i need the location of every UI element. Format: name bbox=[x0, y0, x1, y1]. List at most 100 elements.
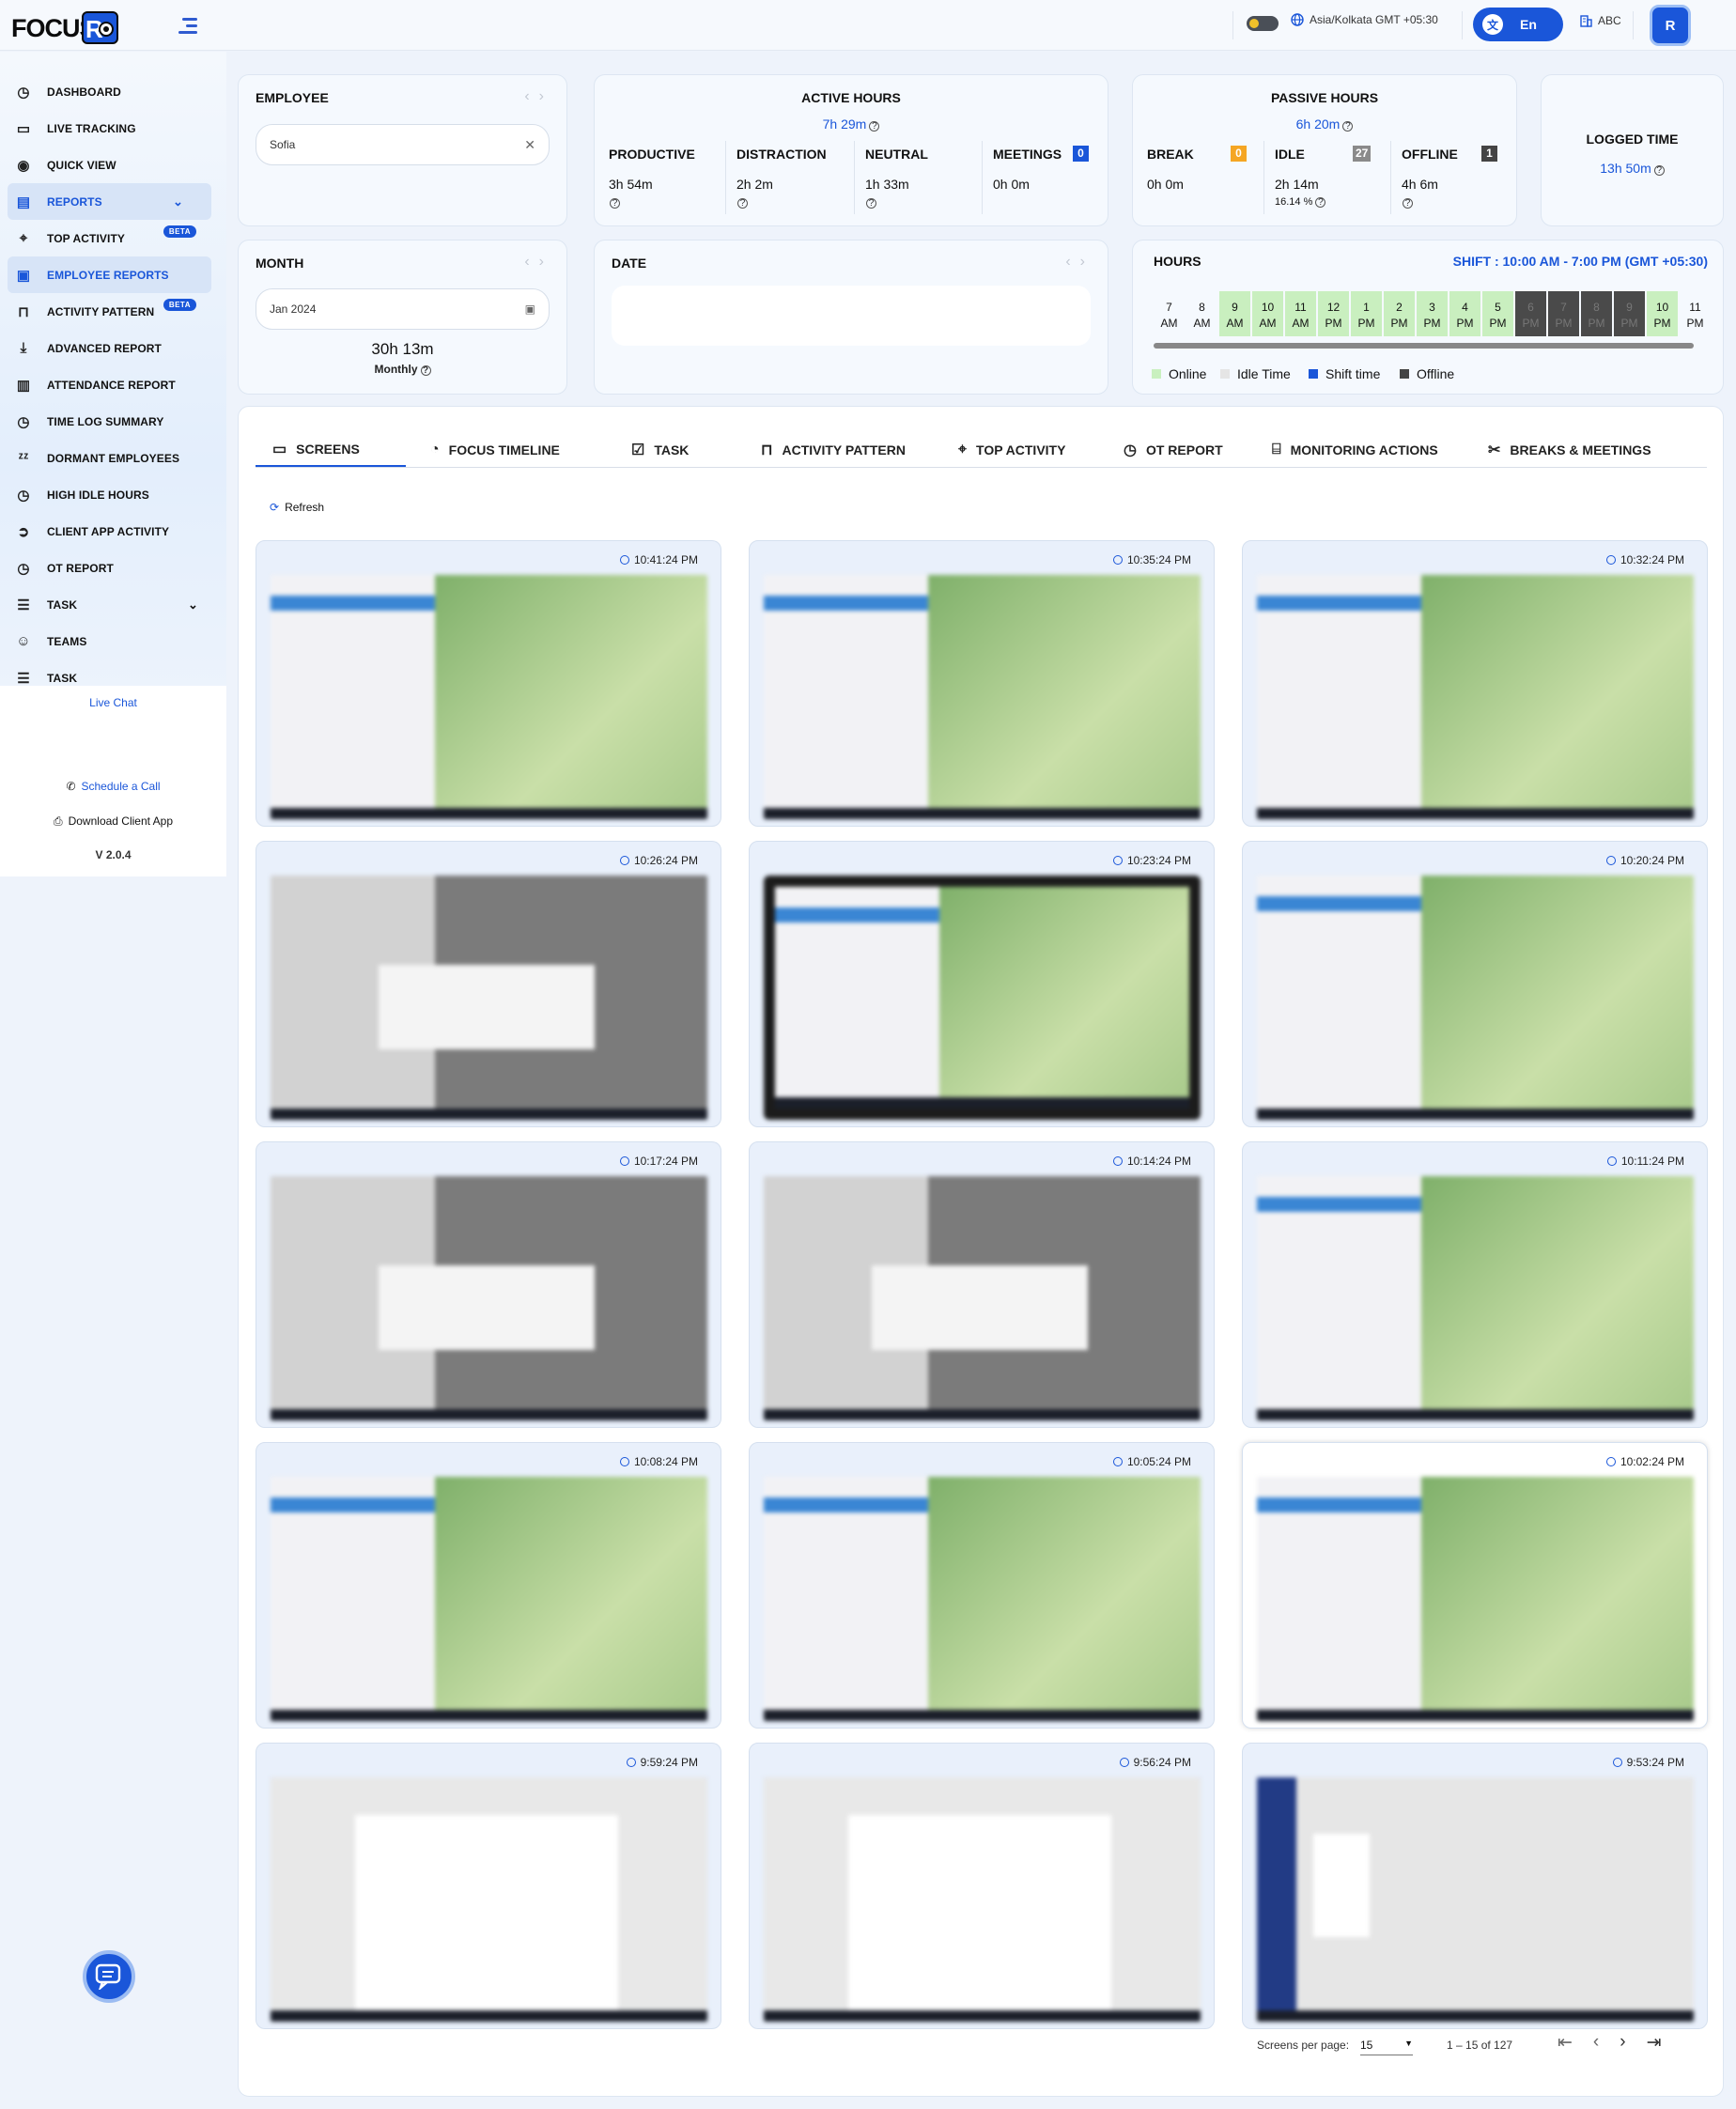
screenshot-card[interactable]: 10:35:24 PM bbox=[749, 540, 1215, 827]
hour-cell[interactable]: 11 AM bbox=[1285, 291, 1316, 336]
tab-ot-report[interactable]: ◷ OT REPORT bbox=[1107, 432, 1240, 467]
thumb-page bbox=[355, 1815, 618, 2012]
first-page-icon[interactable]: ⇤ bbox=[1558, 2032, 1573, 2054]
sidebar-item-high-idle-hours[interactable]: ◷ HIGH IDLE HOURS bbox=[0, 476, 226, 513]
thumb-content bbox=[1421, 575, 1694, 819]
screenshot-thumbnail[interactable] bbox=[1257, 1477, 1694, 1721]
screenshot-card[interactable]: 9:53:24 PM bbox=[1242, 1743, 1708, 2029]
screenshot-time: 10:23:24 PM bbox=[1112, 854, 1191, 867]
passive-col-label: IDLE bbox=[1275, 147, 1305, 162]
hour-number: 5 bbox=[1495, 301, 1501, 314]
sidebar-item-ot-report[interactable]: ◷ OT REPORT bbox=[0, 550, 226, 586]
thumb-taskbar bbox=[271, 1710, 707, 1721]
screenshot-card[interactable]: 10:26:24 PM bbox=[256, 841, 721, 1127]
screenshot-time: 10:02:24 PM bbox=[1605, 1455, 1684, 1468]
download-app-link[interactable]: ⎙ Download Client App bbox=[0, 814, 226, 829]
help-icon[interactable]: ? bbox=[1315, 197, 1326, 208]
tab-monitoring-actions[interactable]: ⌸ MONITORING ACTIONS bbox=[1255, 432, 1455, 467]
tab-task[interactable]: ☑ TASK bbox=[614, 432, 705, 467]
hour-period: PM bbox=[1555, 317, 1573, 330]
clock-icon bbox=[1612, 1758, 1622, 1767]
screenshot-thumbnail[interactable] bbox=[764, 1477, 1201, 1721]
hour-cell[interactable]: 8 AM bbox=[1186, 291, 1217, 336]
screenshot-thumbnail[interactable] bbox=[271, 876, 707, 1120]
hour-cell[interactable]: 9 AM bbox=[1219, 291, 1250, 336]
help-icon[interactable]: ? bbox=[1403, 198, 1413, 209]
screenshot-card[interactable]: 10:14:24 PM bbox=[749, 1141, 1215, 1428]
hours-scrollbar[interactable] bbox=[1154, 343, 1694, 349]
hour-cell[interactable]: 12 PM bbox=[1318, 291, 1349, 336]
chevron-down-icon[interactable]: ⌄ bbox=[188, 597, 198, 613]
hour-cell[interactable]: 7 AM bbox=[1154, 291, 1185, 336]
last-page-icon[interactable]: ⇥ bbox=[1647, 2032, 1662, 2054]
hour-cell[interactable]: 3 PM bbox=[1417, 291, 1448, 336]
sidebar-item-teams[interactable]: ☺ TEAMS bbox=[0, 623, 226, 659]
screenshot-thumbnail[interactable] bbox=[1257, 575, 1694, 819]
hour-cell[interactable]: 10 PM bbox=[1647, 291, 1678, 336]
hour-cell[interactable]: 7 PM bbox=[1548, 291, 1579, 336]
hour-cell[interactable]: 11 PM bbox=[1680, 291, 1705, 336]
hour-period: PM bbox=[1423, 317, 1441, 330]
screenshot-card[interactable]: 10:20:24 PM bbox=[1242, 841, 1708, 1127]
hour-period: PM bbox=[1489, 317, 1507, 330]
screenshot-thumbnail[interactable] bbox=[271, 1176, 707, 1420]
screenshot-card[interactable]: 10:02:24 PM bbox=[1242, 1442, 1708, 1729]
screenshot-thumbnail[interactable] bbox=[764, 876, 1201, 1120]
passive-col-value: 2h 14m bbox=[1275, 177, 1319, 192]
screenshot-time-label: 10:41:24 PM bbox=[633, 553, 698, 566]
tab-activity-pattern[interactable]: ⊓ ACTIVITY PATTERN bbox=[744, 432, 922, 467]
prev-page-icon[interactable]: ‹ bbox=[1593, 2032, 1599, 2054]
next-page-icon[interactable]: › bbox=[1620, 2032, 1625, 2054]
screenshot-thumbnail[interactable] bbox=[271, 1477, 707, 1721]
screenshot-card[interactable]: 10:41:24 PM bbox=[256, 540, 721, 827]
chat-bubble-icon[interactable] bbox=[83, 1950, 135, 2003]
passive-col-label: BREAK bbox=[1147, 147, 1194, 162]
legend-swatch bbox=[1400, 369, 1409, 379]
sidebar-item-dormant-employees[interactable]: ᶻᶻ DORMANT EMPLOYEES bbox=[0, 440, 226, 476]
tab-focus-timeline[interactable]: ◔ FOCUS TIMELINE bbox=[413, 432, 577, 467]
hour-cell[interactable]: 5 PM bbox=[1482, 291, 1513, 336]
sidebar-item-task[interactable]: ☰ TASK ⌄ bbox=[0, 586, 226, 623]
screenshot-card[interactable]: 9:59:24 PM bbox=[256, 1743, 721, 2029]
hour-cell[interactable]: 8 PM bbox=[1581, 291, 1612, 336]
per-page-select[interactable]: 15 ▼ bbox=[1360, 2039, 1413, 2055]
screenshot-thumbnail[interactable] bbox=[1257, 1176, 1694, 1420]
hour-cell[interactable]: 1 PM bbox=[1351, 291, 1382, 336]
screenshot-card[interactable]: 10:32:24 PM bbox=[1242, 540, 1708, 827]
screenshot-time-label: 10:02:24 PM bbox=[1620, 1455, 1684, 1468]
screenshot-card[interactable]: 10:05:24 PM bbox=[749, 1442, 1215, 1729]
screenshot-card[interactable]: 10:17:24 PM bbox=[256, 1141, 721, 1428]
hour-cell[interactable]: 10 AM bbox=[1252, 291, 1283, 336]
break-icon: ✂ bbox=[1488, 442, 1501, 458]
schedule-call-link[interactable]: ✆ Schedule a Call bbox=[0, 780, 226, 793]
screenshot-thumbnail[interactable] bbox=[1257, 876, 1694, 1120]
sidebar-item-time-log-summary[interactable]: ◷ TIME LOG SUMMARY bbox=[0, 403, 226, 440]
tab-screens[interactable]: ▭ SCREENS bbox=[256, 432, 406, 467]
hour-number: 2 bbox=[1396, 301, 1403, 314]
refresh-button[interactable]: ⟳ Refresh bbox=[270, 501, 324, 514]
screenshot-card[interactable]: 10:23:24 PM bbox=[749, 841, 1215, 1127]
hour-cell[interactable]: 6 PM bbox=[1515, 291, 1546, 336]
help-icon[interactable]: ? bbox=[610, 198, 620, 209]
pin-icon: ⌖ bbox=[958, 441, 968, 457]
hour-cell[interactable]: 2 PM bbox=[1384, 291, 1415, 336]
tab-top-activity[interactable]: ⌖ TOP ACTIVITY bbox=[941, 432, 1082, 467]
tab-breaks-meetings[interactable]: ✂ BREAKS & MEETINGS bbox=[1471, 432, 1668, 467]
thumb-sidebar bbox=[271, 1477, 435, 1721]
screenshot-thumbnail[interactable] bbox=[1257, 1777, 1694, 2022]
screenshot-card[interactable]: 9:56:24 PM bbox=[749, 1743, 1215, 2029]
help-icon[interactable]: ? bbox=[866, 198, 876, 209]
screenshot-card[interactable]: 10:08:24 PM bbox=[256, 1442, 721, 1729]
sidebar-item-client-app-activity[interactable]: ➲ CLIENT APP ACTIVITY bbox=[0, 513, 226, 550]
hour-cell[interactable]: 4 PM bbox=[1449, 291, 1480, 336]
screenshot-thumbnail[interactable] bbox=[764, 1777, 1201, 2022]
screenshot-thumbnail[interactable] bbox=[764, 575, 1201, 819]
help-icon[interactable]: ? bbox=[737, 198, 748, 209]
hour-cell[interactable]: 9 PM bbox=[1614, 291, 1645, 336]
screenshot-thumbnail[interactable] bbox=[764, 1176, 1201, 1420]
live-chat-link[interactable]: Live Chat bbox=[0, 696, 226, 709]
screenshot-thumbnail[interactable] bbox=[271, 1777, 707, 2022]
screenshot-card[interactable]: 10:11:24 PM bbox=[1242, 1141, 1708, 1428]
sidebar-item-label: TIME LOG SUMMARY bbox=[47, 414, 164, 428]
screenshot-thumbnail[interactable] bbox=[271, 575, 707, 819]
